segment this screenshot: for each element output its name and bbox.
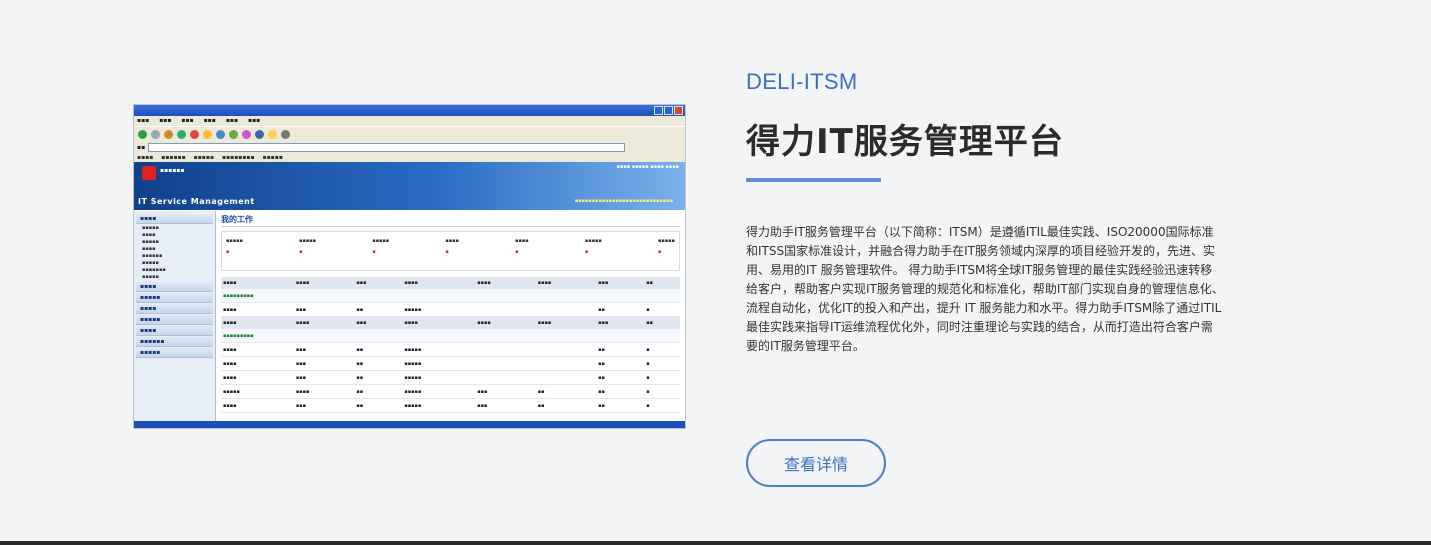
product-title: 得力IT服务管理平台 [746, 122, 1064, 162]
product-screenshot: ▪▪▪ ▪▪▪ ▪▪▪ ▪▪▪ ▪▪▪ ▪▪▪ ▪▪ ▪▪▪▪ ▪▪▪▪▪▪ ▪▪▪▪▪ ▪▪▪… [133, 104, 686, 429]
title-divider [746, 178, 881, 182]
product-description: 得力助手IT服务管理平台（以下简称：ITSM）是遵循ITIL最佳实践、ISO20… [746, 225, 1224, 353]
screenshot-brand: IT Service Management [138, 197, 255, 206]
product-eyebrow: DELI-ITSM [746, 69, 858, 94]
screenshot-sidebar: ▪▪▪▪ ▪▪▪▪▪ ▪▪▪▪ ▪▪▪▪▪ ▪▪▪▪ ▪▪▪▪▪▪ ▪▪▪▪▪ ▪▪▪▪… [134, 211, 216, 428]
screenshot-links-bar: ▪▪▪▪ ▪▪▪▪▪▪ ▪▪▪▪▪ ▪▪▪▪▪▪▪▪ ▪▪▪▪▪ [134, 152, 685, 162]
view-details-button[interactable]: 查看详情 [746, 439, 886, 487]
screenshot-main: 我的工作 ▪▪▪▪▪ ▪ ▪▪▪▪▪ ▪ ▪▪▪▪▪ ▪ ▪▪▪▪ ▪ ▪▪▪▪ ▪ ▪▪▪▪▪ ▪… [216, 211, 685, 428]
footer-edge [0, 541, 1431, 545]
logo-icon [142, 166, 156, 180]
screenshot-menu-bar: ▪▪▪ ▪▪▪ ▪▪▪ ▪▪▪ ▪▪▪ ▪▪▪ [134, 116, 685, 126]
screenshot-banner: ▪▪▪▪▪▪ ▪▪▪▪ ▪▪▪▪▪ ▪▪▪▪ ▪▪▪▪ IT Service M… [134, 162, 685, 210]
screenshot-title-bar [134, 105, 685, 116]
screenshot-heading: 我的工作 [221, 214, 680, 227]
screenshot-address-bar: ▪▪ [134, 142, 685, 152]
screenshot-toolbar [134, 126, 685, 142]
